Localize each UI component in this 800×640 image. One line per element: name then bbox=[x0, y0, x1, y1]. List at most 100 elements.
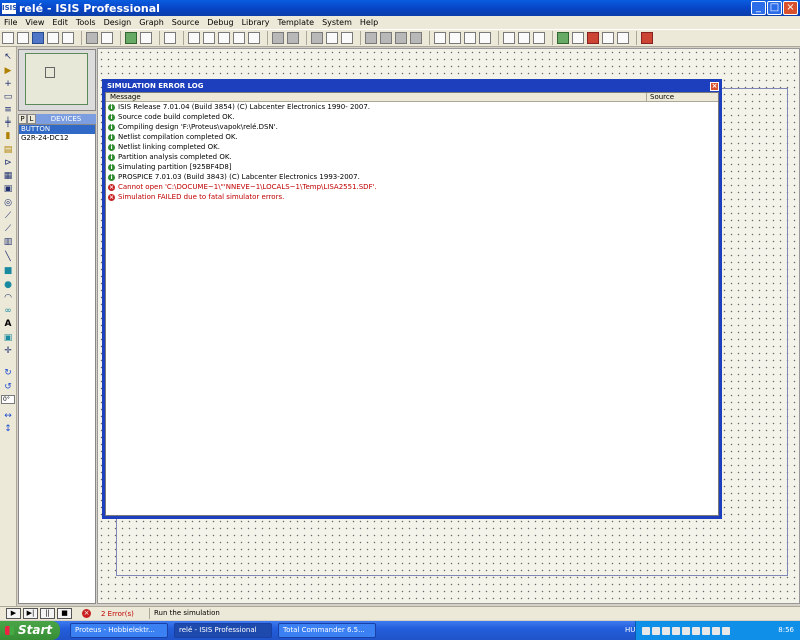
text-script-icon[interactable]: ≡ bbox=[3, 106, 13, 115]
bill-of-materials-icon[interactable] bbox=[602, 32, 614, 44]
decompose-icon[interactable] bbox=[479, 32, 491, 44]
generator-icon[interactable]: ◎ bbox=[3, 199, 13, 208]
junction-dot-icon[interactable]: + bbox=[3, 80, 13, 89]
open-folder-icon[interactable] bbox=[17, 32, 29, 44]
origin-icon[interactable] bbox=[164, 32, 176, 44]
save-icon[interactable] bbox=[32, 32, 44, 44]
menu-library[interactable]: Library bbox=[238, 18, 274, 27]
menu-help[interactable]: Help bbox=[356, 18, 382, 27]
taskbar-item-isis[interactable]: relé - ISIS Professional bbox=[174, 623, 272, 638]
symbol-tool-icon[interactable]: ▣ bbox=[3, 334, 13, 343]
menu-tools[interactable]: Tools bbox=[72, 18, 100, 27]
paste-icon[interactable] bbox=[341, 32, 353, 44]
language-indicator[interactable]: HU bbox=[625, 626, 635, 634]
undo-icon[interactable] bbox=[272, 32, 284, 44]
security-icon[interactable] bbox=[662, 626, 670, 635]
terminals-icon[interactable]: ▤ bbox=[3, 146, 13, 155]
messenger-icon[interactable] bbox=[712, 626, 720, 635]
block-rotate-icon[interactable] bbox=[395, 32, 407, 44]
make-device-icon[interactable] bbox=[449, 32, 461, 44]
source-column-header[interactable]: Source bbox=[647, 93, 718, 101]
pick-device-icon[interactable] bbox=[434, 32, 446, 44]
log-row[interactable]: i Simulating partition [925BF4D8] bbox=[106, 162, 718, 172]
current-probe-icon[interactable]: ⟋ bbox=[3, 225, 13, 234]
menu-file[interactable]: File bbox=[0, 18, 21, 27]
redo-icon[interactable] bbox=[287, 32, 299, 44]
selection-mode-icon[interactable]: ↖ bbox=[3, 53, 13, 62]
mirror-vertical-icon[interactable]: ↕ bbox=[3, 425, 13, 434]
block-delete-icon[interactable] bbox=[410, 32, 422, 44]
rotate-clockwise-icon[interactable]: ↻ bbox=[3, 369, 13, 378]
device-item[interactable]: BUTTON bbox=[19, 125, 95, 134]
menu-debug[interactable]: Debug bbox=[203, 18, 237, 27]
log-row[interactable]: × Simulation FAILED due to fatal simulato… bbox=[106, 192, 718, 202]
overview-window[interactable] bbox=[18, 49, 96, 111]
import-icon[interactable] bbox=[47, 32, 59, 44]
path-tool-icon[interactable]: ∞ bbox=[3, 307, 13, 316]
taskbar-item-total-commander[interactable]: Total Commander 6.5... bbox=[278, 623, 376, 638]
log-row[interactable]: i Source code build completed OK. bbox=[106, 112, 718, 122]
zoom-all-icon[interactable] bbox=[233, 32, 245, 44]
dialog-close-button[interactable]: × bbox=[710, 82, 719, 91]
graph-icon[interactable]: ▦ bbox=[3, 172, 13, 181]
pan-icon[interactable] bbox=[188, 32, 200, 44]
rotate-anticlockwise-icon[interactable]: ↺ bbox=[3, 383, 13, 392]
block-copy-icon[interactable] bbox=[365, 32, 377, 44]
start-button[interactable]: Start bbox=[0, 621, 60, 640]
mirror-horizontal-icon[interactable]: ↔ bbox=[3, 412, 13, 421]
error-log-list[interactable]: Message Source i ISIS Release 7.01.04 (Bu… bbox=[105, 92, 719, 516]
pick-devices-button[interactable]: P bbox=[18, 114, 27, 124]
box-tool-icon[interactable]: ■ bbox=[3, 267, 13, 276]
maximize-button[interactable]: □ bbox=[767, 1, 782, 15]
virtual-instruments-icon[interactable]: ▥ bbox=[3, 238, 13, 247]
wire-autorouter-icon[interactable] bbox=[503, 32, 515, 44]
remove-sheet-icon[interactable] bbox=[572, 32, 584, 44]
print-icon[interactable] bbox=[86, 32, 98, 44]
bluetooth-icon[interactable] bbox=[692, 626, 700, 635]
log-row[interactable]: i Netlist linking completed OK. bbox=[106, 142, 718, 152]
update-icon[interactable] bbox=[672, 626, 680, 635]
minimize-button[interactable]: _ bbox=[751, 1, 766, 15]
pause-button[interactable]: || bbox=[40, 608, 55, 619]
message-column-header[interactable]: Message bbox=[106, 93, 647, 101]
log-row[interactable]: i ISIS Release 7.01.04 (Build 3854) (C) L… bbox=[106, 102, 718, 112]
play-button[interactable]: ▶ bbox=[6, 608, 21, 619]
menu-system[interactable]: System bbox=[318, 18, 356, 27]
line-tool-icon[interactable]: ╲ bbox=[3, 253, 13, 262]
circle-tool-icon[interactable]: ● bbox=[3, 281, 13, 290]
step-button[interactable]: ▶| bbox=[23, 608, 38, 619]
tape-recorder-icon[interactable]: ▣ bbox=[3, 185, 13, 194]
electrical-rules-check-icon[interactable] bbox=[617, 32, 629, 44]
error-count[interactable]: 2 Error(s) bbox=[101, 610, 141, 618]
volume-icon[interactable] bbox=[652, 626, 660, 635]
menu-source[interactable]: Source bbox=[168, 18, 203, 27]
exit-to-parent-icon[interactable] bbox=[587, 32, 599, 44]
library-manager-button[interactable]: L bbox=[27, 114, 36, 124]
marker-tool-icon[interactable]: ✛ bbox=[3, 347, 13, 356]
taskbar-item-firefox[interactable]: Proteus - Hobbielektr... bbox=[70, 623, 168, 638]
subcircuit-icon[interactable]: ▮ bbox=[3, 132, 13, 141]
property-assignment-icon[interactable] bbox=[533, 32, 545, 44]
text-tool-icon[interactable]: A bbox=[3, 320, 13, 329]
zoom-area-icon[interactable] bbox=[248, 32, 260, 44]
search-tag-icon[interactable] bbox=[518, 32, 530, 44]
log-row[interactable]: i Partition analysis completed OK. bbox=[106, 152, 718, 162]
menu-view[interactable]: View bbox=[21, 18, 48, 27]
log-row[interactable]: i Compiling design 'F:\Proteus\vapok\relé… bbox=[106, 122, 718, 132]
stop-button[interactable]: ■ bbox=[57, 608, 72, 619]
component-mode-icon[interactable]: ▶ bbox=[3, 67, 13, 76]
new-sheet-icon[interactable] bbox=[557, 32, 569, 44]
menu-design[interactable]: Design bbox=[100, 18, 136, 27]
zoom-out-icon[interactable] bbox=[218, 32, 230, 44]
display-icon[interactable] bbox=[722, 626, 730, 635]
menu-edit[interactable]: Edit bbox=[48, 18, 72, 27]
bus-icon[interactable]: ╪ bbox=[3, 119, 13, 128]
print-area-icon[interactable] bbox=[101, 32, 113, 44]
packaging-tool-icon[interactable] bbox=[464, 32, 476, 44]
block-move-icon[interactable] bbox=[380, 32, 392, 44]
device-item[interactable]: G2R-24-DC12 bbox=[19, 134, 95, 143]
log-row[interactable]: i Netlist compilation completed OK. bbox=[106, 132, 718, 142]
device-pins-icon[interactable]: ⊳ bbox=[3, 159, 13, 168]
voltage-probe-icon[interactable]: ⟋ bbox=[3, 212, 13, 221]
usb-icon[interactable] bbox=[702, 626, 710, 635]
